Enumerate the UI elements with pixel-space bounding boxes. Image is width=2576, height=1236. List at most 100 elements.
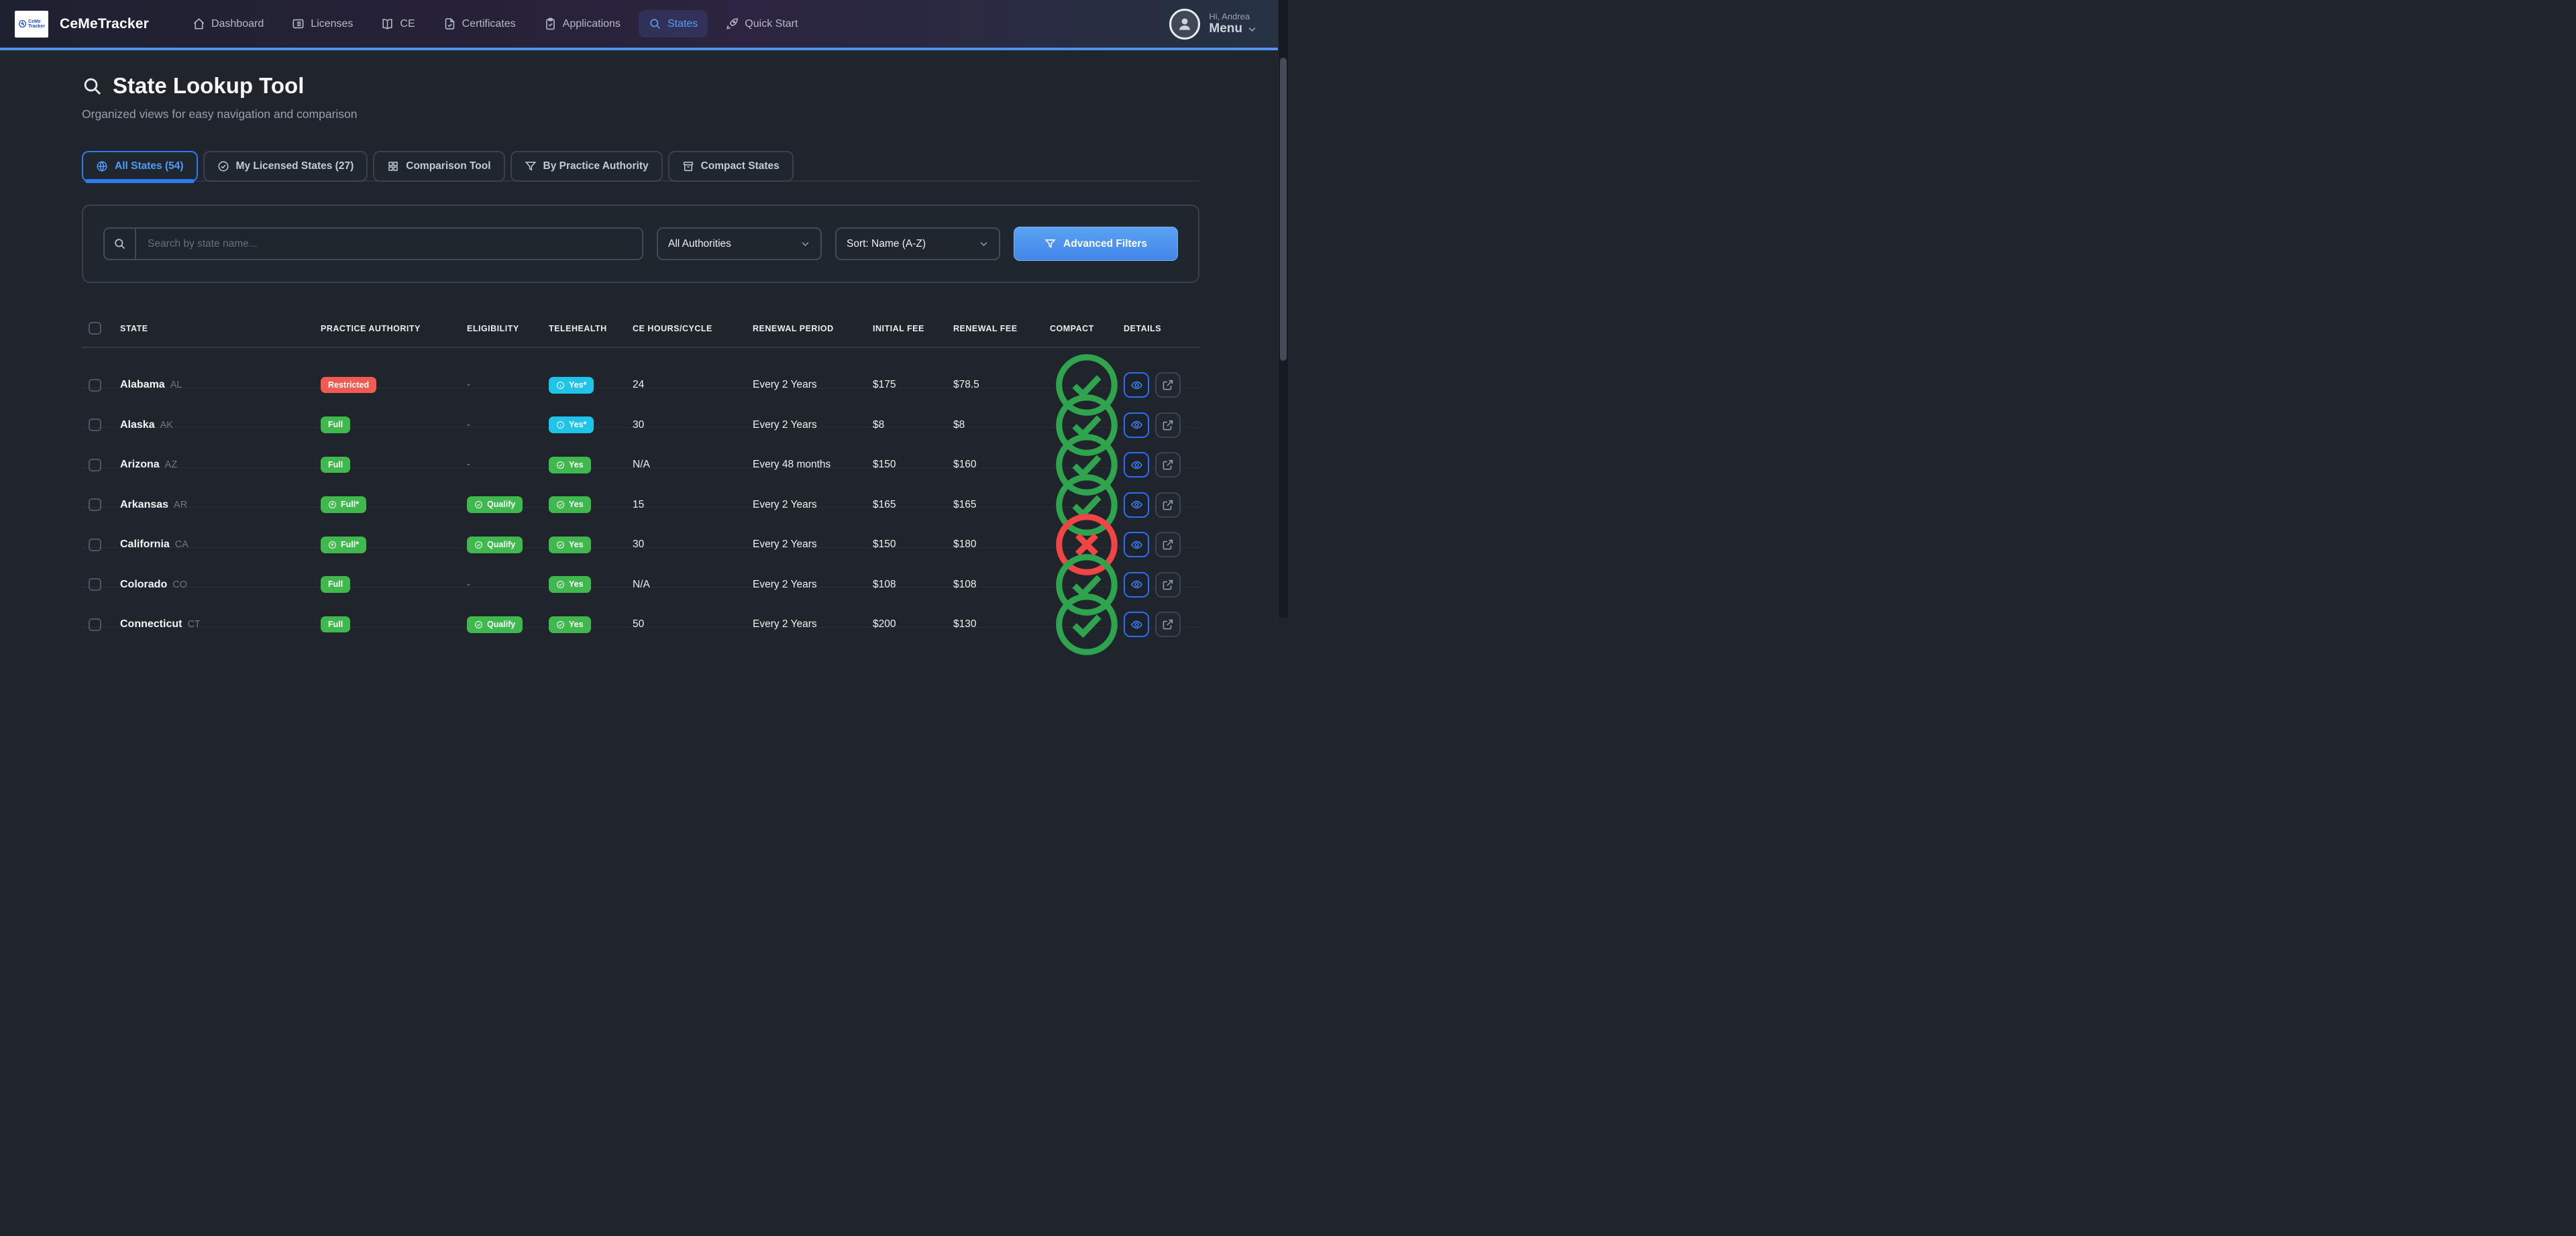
telehealth-cell: Yes* [549,416,633,433]
nav-item-licenses[interactable]: Licenses [282,10,363,38]
open-external-button[interactable] [1155,572,1181,598]
view-details-button[interactable] [1124,572,1149,598]
open-external-button[interactable] [1155,532,1181,557]
column-header-details: DETAILS [1124,324,1199,333]
view-details-button[interactable] [1124,452,1149,477]
initial-fee-cell: $8 [873,419,953,431]
practice-authority-cell: Full [321,616,467,633]
renewal-period-cell: Every 2 Years [753,579,873,591]
telehealth-cell: Yes [549,457,633,473]
row-checkbox-cell [82,539,120,551]
open-external-button[interactable] [1155,612,1181,637]
telehealth-cell: Yes [549,537,633,553]
state-abbr: CO [172,579,187,590]
view-details-button[interactable] [1124,492,1149,518]
row-checkbox-cell [82,418,120,431]
tab-all-states-54-[interactable]: All States (54) [82,151,198,182]
view-details-button[interactable] [1124,412,1149,438]
state-name: Alaska [120,419,155,431]
state-cell: AlabamaAL [120,379,321,391]
external-link-icon [1162,379,1174,391]
state-name: Alabama [120,379,165,390]
nav-item-applications[interactable]: Applications [534,10,631,38]
tab-by-practice-authority[interactable]: By Practice Authority [511,151,663,182]
check-circle-icon [556,461,565,469]
row-checkbox-cell [82,618,120,631]
practice-authority-cell: Full* [321,496,467,513]
open-external-button[interactable] [1155,452,1181,477]
practice-authority-badge: Full [321,457,350,473]
authority-select[interactable]: All Authorities [657,227,822,260]
ce-hours-cell: 30 [633,539,753,551]
nav-item-label: Quick Start [745,18,798,30]
view-details-button[interactable] [1124,532,1149,557]
details-cell [1124,372,1199,398]
renewal-fee-cell: $108 [953,579,1050,591]
user-menu-button[interactable]: Menu [1209,21,1257,36]
row-checkbox[interactable] [89,459,101,471]
user-greeting: Hi, Andrea [1209,11,1257,21]
sort-select[interactable]: Sort: Name (A-Z) [835,227,1000,260]
ce-hours-cell: N/A [633,459,753,471]
nav-item-dashboard[interactable]: Dashboard [182,10,274,38]
open-external-button[interactable] [1155,412,1181,438]
state-abbr: AR [174,500,187,510]
logo-pulse-icon [18,19,27,28]
state-search-input[interactable] [136,229,642,259]
column-header-state: STATE [120,324,321,333]
nav-item-quick-start[interactable]: Quick Start [716,10,808,38]
details-cell [1124,572,1199,598]
eye-icon [1130,578,1143,591]
state-cell: CaliforniaCA [120,539,321,551]
row-checkbox[interactable] [89,498,101,511]
home-icon [193,17,205,30]
tab-label: Comparison Tool [406,160,490,172]
page-head: State Lookup Tool Organized views for ea… [82,73,1199,121]
renewal-period-cell: Every 2 Years [753,618,873,630]
nav-item-states[interactable]: States [639,10,708,38]
advanced-filters-button[interactable]: Advanced Filters [1014,227,1178,261]
nav-item-certificates[interactable]: Certificates [433,10,526,38]
open-external-button[interactable] [1155,492,1181,518]
tab-comparison-tool[interactable]: Comparison Tool [373,151,504,182]
ce-hours-cell: 50 [633,618,753,630]
telehealth-cell: Yes* [549,377,633,394]
scrollbar-thumb[interactable] [1280,58,1287,361]
tab-my-licensed-states-27-[interactable]: My Licensed States (27) [203,151,368,182]
telehealth-badge-label: Yes [569,461,584,469]
page-subtitle: Organized views for easy navigation and … [82,107,1199,121]
open-external-button[interactable] [1155,372,1181,398]
header-checkbox-cell [82,322,120,335]
row-checkbox[interactable] [89,418,101,431]
column-header-eligibility: ELIGIBILITY [467,324,549,333]
row-checkbox[interactable] [89,618,101,631]
renewal-fee-cell: $130 [953,618,1050,630]
table-body: AlabamaALRestricted-Yes*24Every 2 Years$… [82,348,1199,628]
eye-icon [1130,459,1143,471]
column-header-compact: COMPACT [1050,324,1124,333]
search-icon [105,229,136,259]
initial-fee-cell: $200 [873,618,953,630]
eligibility-cell: - [467,419,549,431]
renewal-fee-cell: $180 [953,539,1050,551]
state-abbr: AZ [165,459,178,470]
view-details-button[interactable] [1124,372,1149,398]
logo-text: CeMeTracker [28,19,45,29]
sort-select-value: Sort: Name (A-Z) [847,238,926,250]
tab-label: All States (54) [115,160,184,172]
avatar[interactable] [1169,9,1200,40]
practice-authority-badge-label: Full [328,620,343,629]
states-table: STATEPRACTICE AUTHORITYELIGIBILITYTELEHE… [82,311,1199,628]
tab-compact-states[interactable]: Compact States [668,151,794,182]
view-details-button[interactable] [1124,612,1149,637]
select-all-checkbox[interactable] [89,322,101,335]
row-checkbox[interactable] [89,539,101,551]
nav-item-ce[interactable]: CE [371,10,425,38]
row-checkbox[interactable] [89,379,101,392]
row-checkbox-cell [82,379,120,392]
row-checkbox[interactable] [89,578,101,591]
state-cell: ArizonaAZ [120,459,321,471]
telehealth-cell: Yes [549,496,633,513]
funnel-icon [525,160,537,172]
ce-hours-cell: 24 [633,379,753,391]
